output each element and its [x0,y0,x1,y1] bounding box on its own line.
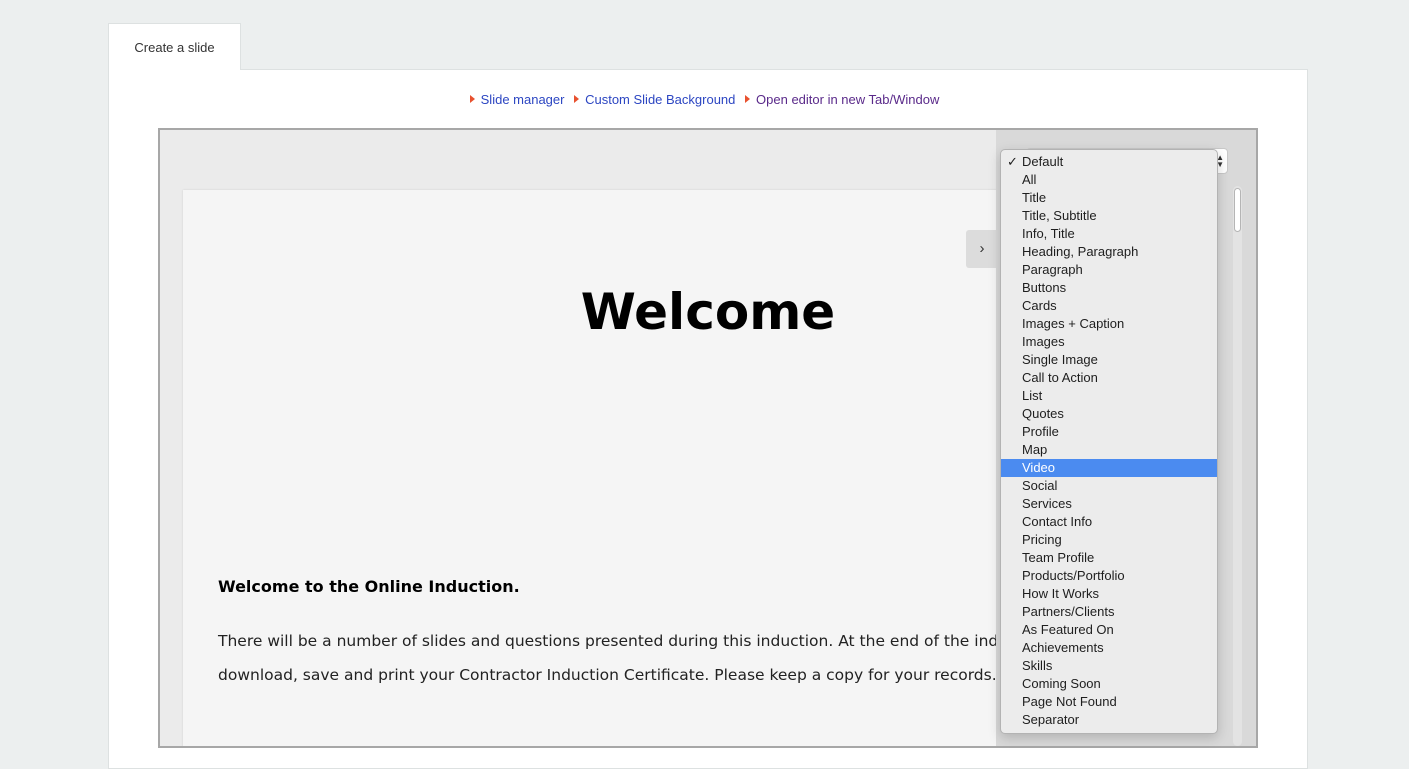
layout-option[interactable]: All [1001,171,1217,189]
layout-option[interactable]: Video [1001,459,1217,477]
layout-option-label: Profile [1022,424,1059,439]
layout-option-label: As Featured On [1022,622,1114,637]
layout-option[interactable]: Call to Action [1001,369,1217,387]
layout-option-label: Contact Info [1022,514,1093,529]
layout-option-label: Products/Portfolio [1022,568,1125,583]
layout-option-label: Single Image [1022,352,1098,367]
layout-option[interactable]: Partners/Clients [1001,603,1217,621]
layout-option-label: Buttons [1022,280,1067,295]
layout-option[interactable]: Quotes [1001,405,1217,423]
layout-option[interactable]: Services [1001,495,1217,513]
editor-links: Slide manager Custom Slide Background Op… [0,92,1409,107]
layout-option[interactable]: Profile [1001,423,1217,441]
layout-option-label: Page Not Found [1022,694,1117,709]
layout-option[interactable]: As Featured On [1001,621,1217,639]
layout-option[interactable]: Coming Soon [1001,675,1217,693]
layout-option-label: Team Profile [1022,550,1095,565]
layout-option[interactable]: Cards [1001,297,1217,315]
slide-manager-link[interactable]: Slide manager [469,92,564,107]
layout-option[interactable]: Heading, Paragraph [1001,243,1217,261]
layout-option[interactable]: How It Works [1001,585,1217,603]
layout-option[interactable]: Social [1001,477,1217,495]
layout-dropdown-menu: ✓ Default All Title Title, Subtitle Info, Tit… [1000,149,1218,734]
layout-option-label: Partners/Clients [1022,604,1115,619]
layout-option[interactable]: Team Profile [1001,549,1217,567]
layout-option-label: Quotes [1022,406,1064,421]
layout-option[interactable]: ✓ Default [1001,153,1217,171]
layout-option[interactable]: Separator [1001,711,1217,729]
sidebar-toggle-button[interactable]: › [966,230,998,268]
link-arrow-icon [469,95,475,103]
layout-option-label: Default [1022,154,1064,169]
layout-option-label: Title [1022,190,1047,205]
layout-option[interactable]: Page Not Found [1001,693,1217,711]
layout-option-label: Cards [1022,298,1057,313]
custom-slide-background-link[interactable]: Custom Slide Background [574,92,735,107]
slide-canvas[interactable]: Welcome Welcome to the Online Induction.… [183,190,1083,746]
layout-option-label: List [1022,388,1043,403]
layout-option-label: Achievements [1022,640,1104,655]
layout-option-label: Pricing [1022,532,1062,547]
layout-option-label: All [1022,172,1037,187]
layout-option[interactable]: Title [1001,189,1217,207]
layout-option[interactable]: Contact Info [1001,513,1217,531]
link-arrow-icon [745,95,751,103]
chevron-right-icon: › [979,240,985,257]
layout-option-label: Images + Caption [1022,316,1125,331]
layout-option[interactable]: Achievements [1001,639,1217,657]
layout-option[interactable]: Pricing [1001,531,1217,549]
layout-option[interactable]: List [1001,387,1217,405]
layout-option-label: Map [1022,442,1048,457]
layout-option-label: Images [1022,334,1065,349]
layout-option[interactable]: Info, Title [1001,225,1217,243]
layout-option-label: Skills [1022,658,1053,673]
layout-option[interactable]: Skills [1001,657,1217,675]
layout-option-label: Coming Soon [1022,676,1101,691]
checkmark-icon: ✓ [1007,154,1018,169]
tab-label: Create a slide [134,40,215,55]
link-arrow-icon [574,95,580,103]
slide-subtitle[interactable]: Welcome to the Online Induction. [218,577,520,596]
layout-option-label: How It Works [1022,586,1100,601]
layout-option-label: Call to Action [1022,370,1098,385]
layout-option-label: Heading, Paragraph [1022,244,1139,259]
layout-option-label: Info, Title [1022,226,1075,241]
layout-option[interactable]: Products/Portfolio [1001,567,1217,585]
layout-option-label: Paragraph [1022,262,1083,277]
open-editor-new-tab-link[interactable]: Open editor in new Tab/Window [745,92,939,107]
layout-option[interactable]: Images + Caption [1001,315,1217,333]
layout-option[interactable]: Map [1001,441,1217,459]
layout-option-label: Title, Subtitle [1022,208,1097,223]
tab-create-slide[interactable]: Create a slide [108,23,241,70]
layout-option[interactable]: Images [1001,333,1217,351]
layout-option-label: Services [1022,496,1072,511]
sidebar-scrollbar[interactable] [1233,186,1242,746]
scrollbar-thumb[interactable] [1234,188,1241,232]
layout-option[interactable]: Buttons [1001,279,1217,297]
layout-option-label: Separator [1022,712,1080,727]
layout-option-label: Video [1022,460,1056,475]
layout-option[interactable]: Paragraph [1001,261,1217,279]
layout-option-label: Social [1022,478,1058,493]
layout-option[interactable]: Single Image [1001,351,1217,369]
layout-option[interactable]: Title, Subtitle [1001,207,1217,225]
